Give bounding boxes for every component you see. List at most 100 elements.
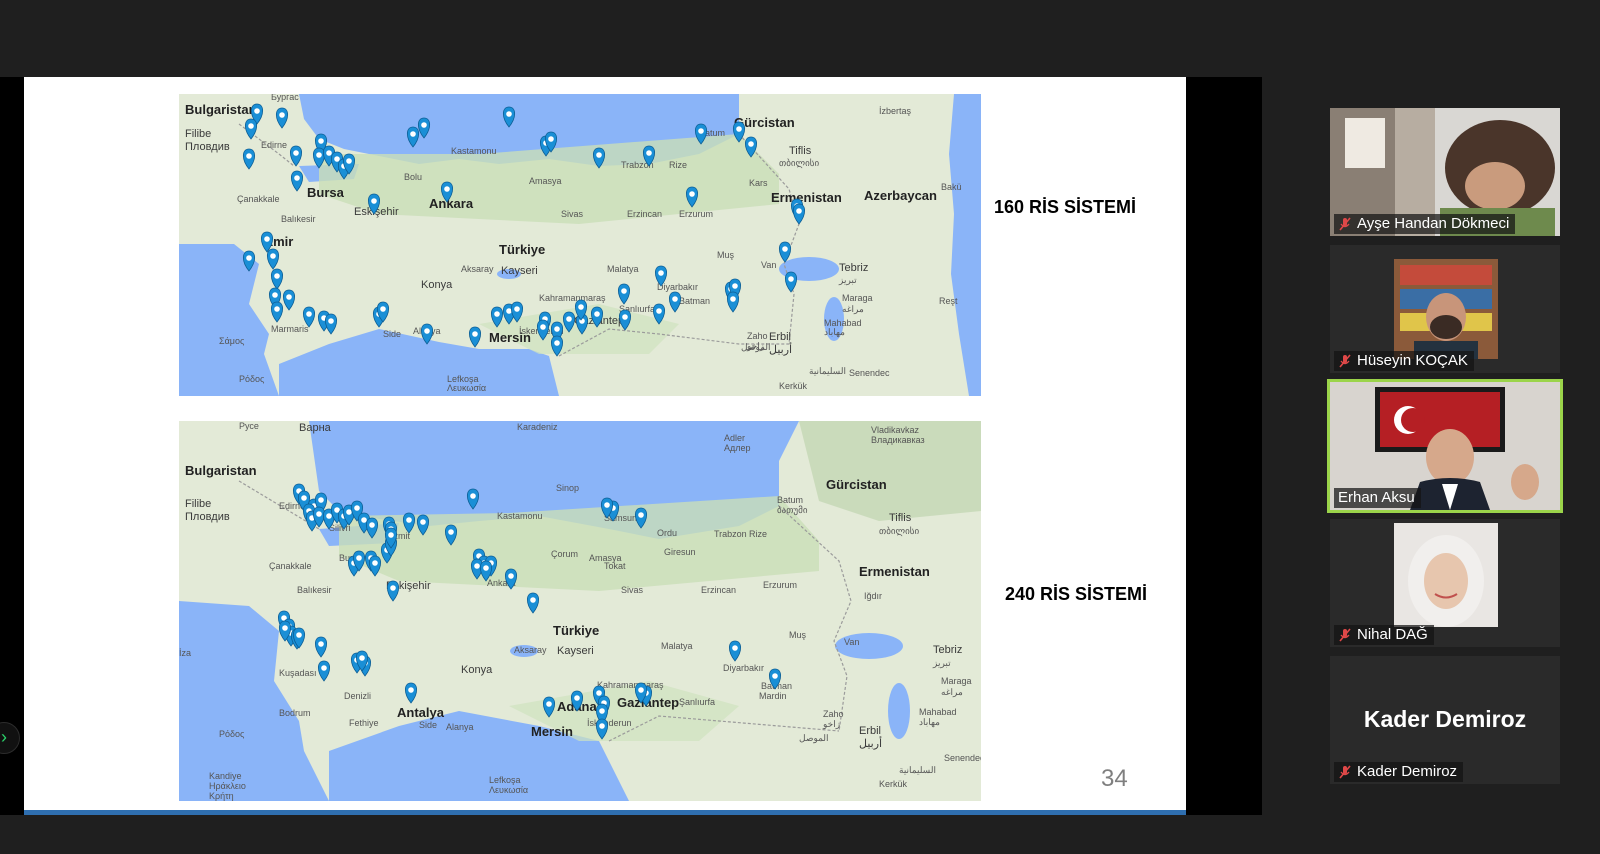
map-pin-dot xyxy=(494,311,500,317)
map-pin-dot xyxy=(264,236,270,242)
map-pin-dot xyxy=(420,519,426,525)
map-label: Filibe xyxy=(185,128,211,140)
map-pin-dot xyxy=(506,308,512,314)
map-label: Ermenistan xyxy=(859,564,930,579)
map-label: Bulgaristan xyxy=(185,102,257,117)
map-pin-dot xyxy=(346,509,352,515)
map-pin-dot xyxy=(638,687,644,693)
map-label: Filibe xyxy=(185,498,211,510)
map-label: تبریز xyxy=(932,658,951,669)
slide-page-number: 34 xyxy=(1101,765,1128,792)
map-label: Kayseri xyxy=(501,265,538,277)
map-pin-dot xyxy=(599,723,605,729)
map-label: Erzurum xyxy=(763,580,797,590)
map-label: Sivas xyxy=(561,209,584,219)
map-pin-dot xyxy=(574,695,580,701)
map-label: Konya xyxy=(461,664,493,676)
map-pin-dot xyxy=(596,690,602,696)
map-pin-dot xyxy=(788,276,794,282)
map-pin-dot xyxy=(316,152,322,158)
map-label: Kandiye xyxy=(209,771,242,781)
participant-name: Hüseyin KOÇAK xyxy=(1357,352,1468,369)
map-label: أربيل xyxy=(769,342,792,356)
map-label: السليمانية xyxy=(899,765,936,775)
map-label: Çanakkale xyxy=(237,194,280,204)
map-label: مهاباد xyxy=(919,717,940,728)
map-label: Tiflis xyxy=(789,145,812,157)
map-label: Ρόδος xyxy=(219,729,245,739)
map-label: Maraga xyxy=(842,293,873,303)
map-160-ris-svg: Bulgaristan Бургас Filibe Пловдив Edirne… xyxy=(179,94,981,396)
map-label: Erzincan xyxy=(701,585,736,595)
participant-tile[interactable]: Nihal DAĞ xyxy=(1330,519,1560,647)
map-label: Tebriz xyxy=(933,644,962,656)
map-pin-dot xyxy=(246,255,252,261)
map-label: الموصل xyxy=(741,342,771,353)
map-label: Kerkük xyxy=(879,779,908,789)
map-label: Batum xyxy=(777,495,803,505)
slide-accent-line xyxy=(24,810,1186,815)
map-pin-dot xyxy=(321,665,327,671)
map-pin-dot xyxy=(732,645,738,651)
map-label: Vladikavkaz xyxy=(871,425,920,435)
microphone-muted-icon xyxy=(1339,628,1351,642)
map-label: İskenderun xyxy=(587,718,632,728)
map-label: Aksaray xyxy=(461,264,494,274)
map-pin-dot xyxy=(578,304,584,310)
map-pin-dot xyxy=(596,152,602,158)
map-label: Русе xyxy=(239,421,259,431)
map-pin-dot xyxy=(246,153,252,159)
participant-name: Erhan Aksu xyxy=(1338,489,1415,506)
map-label: Denizli xyxy=(344,691,371,701)
map-pin-dot xyxy=(318,138,324,144)
map-label: Maraga xyxy=(941,676,972,686)
map-pin-dot xyxy=(472,331,478,337)
map-label: Mardin xyxy=(759,691,787,701)
map-pin-dot xyxy=(736,126,742,132)
map-pin-dot xyxy=(698,128,704,134)
map-label: Aksaray xyxy=(514,645,547,655)
map-pin-dot xyxy=(554,340,560,346)
map-pin-dot xyxy=(359,655,365,661)
map-pin-dot xyxy=(369,522,375,528)
map-label: Reşt xyxy=(939,296,958,306)
map-pin-dot xyxy=(508,573,514,579)
map-label: Kastamonu xyxy=(497,511,543,521)
map-label: أربيل xyxy=(859,736,882,750)
map-pin-dot xyxy=(293,150,299,156)
map-pin-dot xyxy=(371,198,377,204)
map-label: Side xyxy=(383,329,401,339)
microphone-muted-icon xyxy=(1339,765,1351,779)
map-label: Владикавказ xyxy=(871,435,925,445)
participant-tile-active-speaker[interactable]: Erhan Aksu xyxy=(1327,379,1563,513)
map-pin-dot xyxy=(689,191,695,197)
map-label: Giresun xyxy=(664,547,696,557)
map-label: Λευκωσία xyxy=(489,785,528,795)
map-label: Ρόδος xyxy=(239,374,265,384)
map-pin-dot xyxy=(658,270,664,276)
map-label: თბილისი xyxy=(779,158,819,169)
map-label: თბილისი xyxy=(879,526,919,537)
map-label: زاخو xyxy=(822,719,840,730)
map-pin-dot xyxy=(474,563,480,569)
map-label: Türkiye xyxy=(499,242,545,257)
map-label: Kars xyxy=(749,178,768,188)
map-pin-dot xyxy=(326,513,332,519)
map-pin-dot xyxy=(406,517,412,523)
map-pin-dot xyxy=(448,529,454,535)
map-label: Ankara xyxy=(429,196,474,211)
map-label: Balıkesir xyxy=(297,585,332,595)
map-pin-dot xyxy=(316,511,322,517)
participant-tile[interactable]: Ayşe Handan Dökmeci xyxy=(1330,108,1560,236)
participant-tile[interactable]: Kader Demiroz Kader Demiroz xyxy=(1330,656,1560,784)
map-pin-dot xyxy=(390,585,396,591)
map-pin-dot xyxy=(444,186,450,192)
participant-tile[interactable]: Hüseyin KOÇAK xyxy=(1330,245,1560,373)
map-pin-dot xyxy=(380,306,386,312)
map-label: Mersin xyxy=(531,724,573,739)
map-pin-dot xyxy=(554,326,560,332)
map-label: Sinop xyxy=(556,483,579,493)
map-pin-dot xyxy=(408,687,414,693)
map-pin-dot xyxy=(356,555,362,561)
map-label: Balıkesir xyxy=(281,214,316,224)
